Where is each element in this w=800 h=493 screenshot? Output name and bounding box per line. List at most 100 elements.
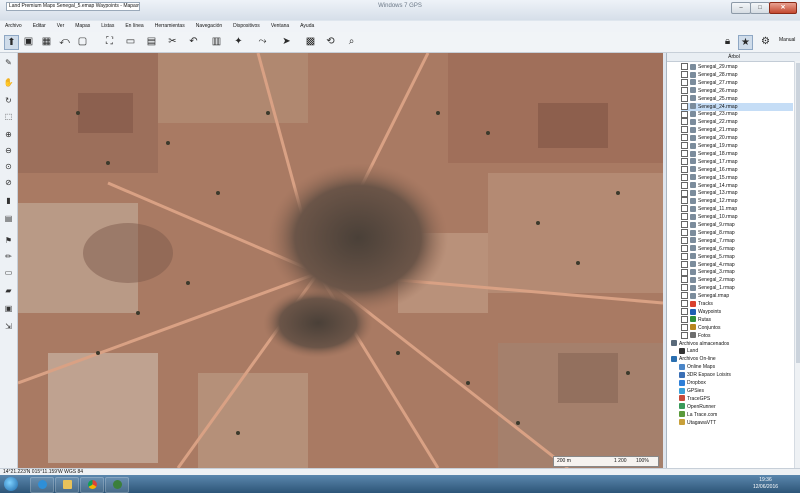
gear-icon[interactable]: ⚙ bbox=[759, 35, 772, 48]
checkbox[interactable] bbox=[681, 229, 688, 237]
checkbox[interactable] bbox=[681, 118, 688, 126]
rectangle-tool-icon[interactable]: ▭ bbox=[3, 267, 14, 278]
fullscreen-icon[interactable]: ⛶ bbox=[103, 35, 116, 48]
checkbox[interactable] bbox=[681, 221, 688, 229]
checkbox[interactable] bbox=[681, 102, 688, 110]
menu-ayuda[interactable]: Ayuda bbox=[295, 21, 320, 32]
checkbox[interactable] bbox=[681, 213, 688, 221]
map-file-item[interactable]: Senegal.rmap bbox=[681, 292, 793, 300]
waypoint-icon[interactable]: ✦ bbox=[232, 35, 245, 48]
satellite-map-view[interactable] bbox=[18, 53, 663, 468]
map-file-item[interactable]: Senegal_6.rmap bbox=[681, 244, 793, 253]
map-file-item[interactable]: Senegal_17.rmap bbox=[681, 157, 793, 166]
star-icon[interactable]: ★ bbox=[738, 35, 753, 50]
online-item[interactable]: GPSies bbox=[679, 387, 793, 395]
cut-icon[interactable]: ✂ bbox=[166, 35, 179, 48]
map-file-item[interactable]: Senegal_3.rmap bbox=[681, 268, 793, 276]
category-item[interactable]: Rutas bbox=[681, 315, 793, 324]
checkbox[interactable] bbox=[681, 205, 688, 213]
ruler-icon[interactable]: ▮ bbox=[3, 195, 14, 206]
map-file-item[interactable]: Senegal_25.rmap bbox=[681, 94, 793, 103]
checkbox[interactable] bbox=[681, 165, 688, 173]
map-file-item[interactable]: Senegal_7.rmap bbox=[681, 236, 793, 245]
menu-archivo[interactable]: Archivo bbox=[0, 21, 28, 32]
map-file-item[interactable]: Senegal_10.rmap bbox=[681, 213, 793, 221]
map-file-item[interactable]: Senegal_18.rmap bbox=[681, 150, 793, 158]
map-file-item[interactable]: Senegal_2.rmap bbox=[681, 276, 793, 284]
checkbox[interactable] bbox=[681, 276, 688, 284]
lock-icon[interactable]: 🔒︎ bbox=[721, 35, 734, 48]
checkbox[interactable] bbox=[681, 292, 688, 300]
zoom-out-icon[interactable]: ⊖ bbox=[3, 145, 14, 156]
zoom-fit-icon[interactable]: ⊙ bbox=[3, 161, 14, 172]
map-file-item[interactable]: Senegal_16.rmap bbox=[681, 165, 793, 174]
checkbox[interactable] bbox=[681, 71, 688, 79]
start-button[interactable] bbox=[4, 477, 18, 491]
menu-ventana[interactable]: Ventana bbox=[266, 21, 295, 32]
taskbar-explorer[interactable] bbox=[55, 477, 79, 493]
checkbox[interactable] bbox=[681, 252, 688, 260]
manual-label[interactable]: Manual bbox=[779, 37, 795, 43]
menu-dispositivos[interactable]: Dispositivos bbox=[228, 21, 266, 32]
online-item[interactable]: Online Maps bbox=[679, 363, 793, 371]
menu-mapas[interactable]: Mapas bbox=[70, 21, 96, 32]
back-icon[interactable]: ⤺ bbox=[58, 35, 71, 48]
map-file-item[interactable]: Senegal_13.rmap bbox=[681, 189, 793, 197]
stored-item[interactable]: Land bbox=[679, 347, 793, 355]
checkbox[interactable] bbox=[681, 94, 688, 102]
map-file-item[interactable]: Senegal_28.rmap bbox=[681, 71, 793, 79]
map-icon[interactable]: ▥ bbox=[210, 35, 223, 48]
menu-ver[interactable]: Ver bbox=[52, 21, 71, 32]
pointer-tool-icon[interactable]: ✎ bbox=[3, 57, 14, 68]
map-file-item[interactable]: Senegal_8.rmap bbox=[681, 229, 793, 237]
checkbox[interactable] bbox=[681, 284, 688, 292]
layers-icon[interactable]: ▰ bbox=[3, 285, 14, 296]
map-file-item[interactable]: Senegal_12.rmap bbox=[681, 197, 793, 205]
map-file-item[interactable]: Senegal_22.rmap bbox=[681, 118, 793, 126]
taskbar-ie[interactable] bbox=[30, 477, 54, 493]
menu-herramientas[interactable]: Herramientas bbox=[150, 21, 191, 32]
checkbox[interactable] bbox=[681, 78, 688, 86]
map-file-item[interactable]: Senegal_14.rmap bbox=[681, 181, 793, 190]
search-icon[interactable]: ⌕ bbox=[345, 35, 358, 48]
category-item[interactable]: Conjuntos bbox=[681, 323, 793, 332]
map-file-item[interactable]: Senegal_19.rmap bbox=[681, 142, 793, 150]
menu-listas[interactable]: Listas bbox=[96, 21, 120, 32]
map-file-item[interactable]: Senegal_27.rmap bbox=[681, 78, 793, 87]
map-file-item[interactable]: Senegal_11.rmap bbox=[681, 205, 793, 213]
rect-icon[interactable]: ▢ bbox=[76, 35, 89, 48]
online-item[interactable]: UtagawaVTT bbox=[679, 419, 793, 427]
category-item[interactable]: Tracks bbox=[681, 300, 793, 308]
checkbox[interactable] bbox=[681, 236, 688, 244]
zoom-area-icon[interactable]: ⬚ bbox=[3, 111, 14, 122]
export-icon[interactable]: ⇲ bbox=[3, 321, 14, 332]
online-item[interactable]: Dropbox bbox=[679, 379, 793, 387]
checkbox[interactable] bbox=[681, 63, 688, 71]
sync-icon[interactable]: ⟲ bbox=[324, 35, 337, 48]
online-item[interactable]: OpenRunner bbox=[679, 403, 793, 411]
close-button[interactable]: ✕ bbox=[769, 2, 797, 14]
checkbox[interactable] bbox=[681, 300, 688, 308]
checkbox[interactable] bbox=[681, 197, 688, 205]
rotate-tool-icon[interactable]: ↻ bbox=[3, 95, 14, 106]
map-file-item[interactable]: Senegal_1.rmap bbox=[681, 284, 793, 292]
checkbox[interactable] bbox=[681, 126, 688, 134]
online-files-header[interactable]: Archivos On-line bbox=[671, 355, 793, 363]
checkbox[interactable] bbox=[681, 142, 688, 150]
checkbox[interactable] bbox=[681, 260, 688, 268]
menu-editar[interactable]: Editar bbox=[28, 21, 52, 32]
checkbox[interactable] bbox=[681, 323, 688, 331]
checkbox[interactable] bbox=[681, 150, 688, 158]
checkbox[interactable] bbox=[681, 268, 688, 276]
menu-en-linea[interactable]: En línea bbox=[120, 21, 149, 32]
zoom-reset-icon[interactable]: ⊘ bbox=[3, 177, 14, 188]
save-icon[interactable]: ▤ bbox=[145, 35, 158, 48]
cursor-icon[interactable]: ⬆ bbox=[4, 35, 19, 50]
checkbox[interactable] bbox=[681, 315, 688, 323]
map-file-item[interactable]: Senegal_21.rmap bbox=[681, 126, 793, 134]
pencil-tool-icon[interactable]: ✏ bbox=[3, 251, 14, 262]
map-file-item[interactable]: Senegal_9.rmap bbox=[681, 221, 793, 229]
route-icon[interactable]: ⤳ bbox=[256, 35, 269, 48]
map-file-item[interactable]: Senegal_24.rmap bbox=[681, 102, 793, 111]
category-item[interactable]: Waypoints bbox=[681, 308, 793, 316]
